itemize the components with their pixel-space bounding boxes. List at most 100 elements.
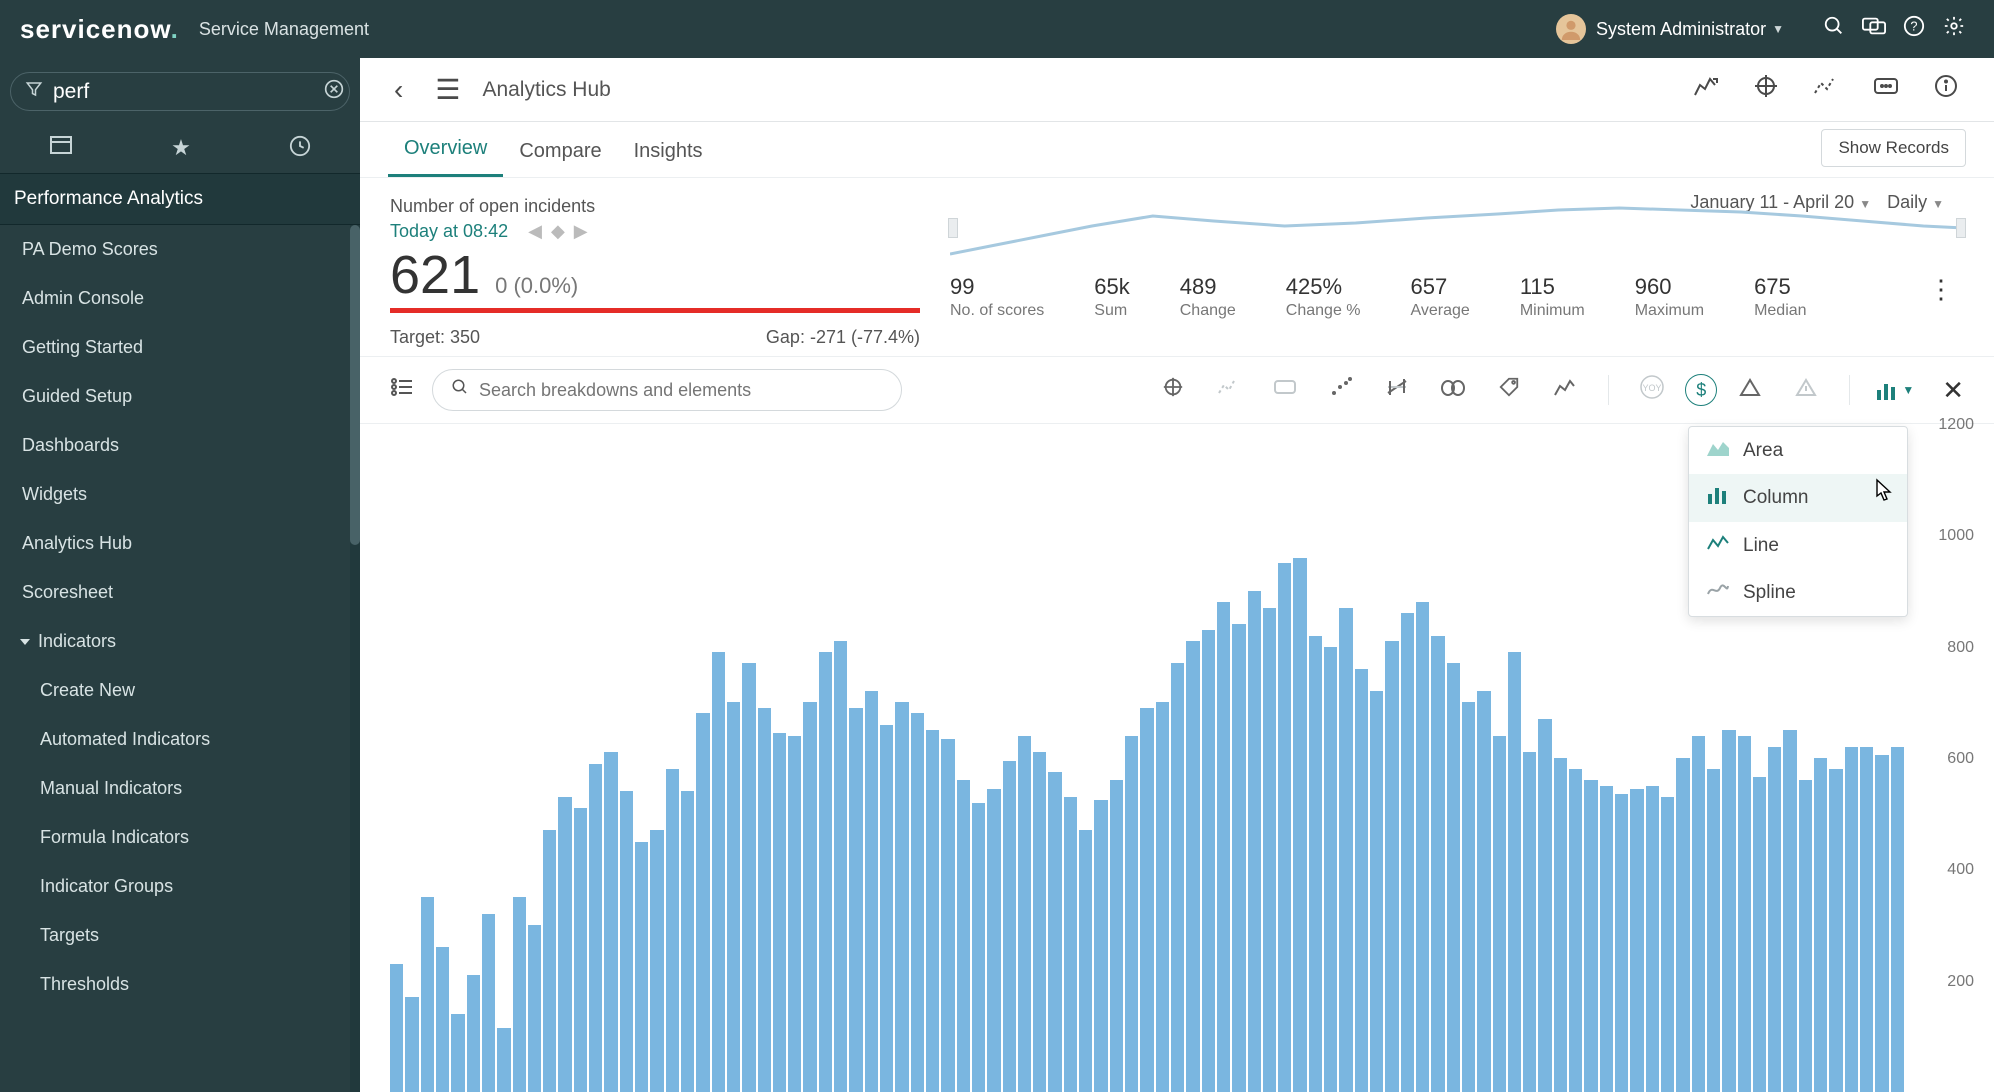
- chart-bar[interactable]: [941, 739, 954, 1092]
- chart-bar[interactable]: [987, 789, 1000, 1092]
- nav-item[interactable]: PA Demo Scores: [0, 225, 360, 274]
- nav-item[interactable]: Manual Indicators: [0, 764, 360, 813]
- chart-bar[interactable]: [849, 708, 862, 1092]
- chart-bar[interactable]: [1033, 752, 1046, 1092]
- chart-bar[interactable]: [880, 725, 893, 1092]
- chart-bar[interactable]: [1079, 830, 1092, 1092]
- chart-type-area[interactable]: Area: [1689, 427, 1907, 474]
- chart-bar[interactable]: [604, 752, 617, 1092]
- breakdown-search-input[interactable]: [479, 380, 883, 401]
- chart-bar[interactable]: [1186, 641, 1199, 1092]
- chart-bar[interactable]: [1829, 769, 1842, 1092]
- chart-bar[interactable]: [1600, 786, 1613, 1092]
- nav-item[interactable]: Create New: [0, 666, 360, 715]
- nav-item[interactable]: Dashboards: [0, 421, 360, 470]
- chart-bar[interactable]: [1584, 780, 1597, 1092]
- chart-bar[interactable]: [1860, 747, 1873, 1092]
- nav-item[interactable]: Indicator Groups: [0, 862, 360, 911]
- nav-item[interactable]: Targets: [0, 911, 360, 960]
- chart-bar[interactable]: [635, 842, 648, 1092]
- chart-bar[interactable]: [1309, 636, 1322, 1092]
- chart-bar[interactable]: [1692, 736, 1705, 1092]
- nav-tab-favorites-icon[interactable]: ★: [171, 135, 191, 163]
- hamburger-menu-icon[interactable]: ☰: [419, 73, 476, 106]
- tab-compare[interactable]: Compare: [503, 140, 617, 177]
- chart-bar[interactable]: [773, 733, 786, 1092]
- chart-bar[interactable]: [390, 964, 403, 1092]
- chart-bar[interactable]: [421, 897, 434, 1092]
- chart-bar[interactable]: [1845, 747, 1858, 1092]
- chart-bar[interactable]: [1094, 800, 1107, 1092]
- chart-bar[interactable]: [957, 780, 970, 1092]
- chart-bar[interactable]: [650, 830, 663, 1092]
- chart-bar[interactable]: [574, 808, 587, 1092]
- user-menu-chevron-icon[interactable]: ▼: [1772, 22, 1784, 36]
- chart-bar[interactable]: [528, 925, 541, 1092]
- nav-item[interactable]: Analytics Hub: [0, 519, 360, 568]
- chart-bar[interactable]: [1003, 761, 1016, 1092]
- nav-item-indicators[interactable]: Indicators: [0, 617, 360, 666]
- chart-bar[interactable]: [1171, 663, 1184, 1092]
- chart-bar[interactable]: [1493, 736, 1506, 1092]
- chart-bar[interactable]: [558, 797, 571, 1092]
- chart-bar[interactable]: [1538, 719, 1551, 1092]
- chart-bar[interactable]: [497, 1028, 510, 1092]
- chart-bar[interactable]: [666, 769, 679, 1092]
- chart-bar[interactable]: [1783, 730, 1796, 1092]
- chart-bar[interactable]: [467, 975, 480, 1092]
- chart-bar[interactable]: [1431, 636, 1444, 1092]
- chart-bar[interactable]: [1293, 558, 1306, 1092]
- tool-scatter-icon[interactable]: [1318, 377, 1364, 403]
- tool-confidence-icon[interactable]: [1430, 377, 1476, 403]
- chart-bar[interactable]: [1722, 730, 1735, 1092]
- avatar[interactable]: [1556, 14, 1586, 44]
- chart-bar[interactable]: [482, 914, 495, 1092]
- chart-bar[interactable]: [1156, 702, 1169, 1092]
- chart-bar[interactable]: [727, 702, 740, 1092]
- chart-bar[interactable]: [1768, 747, 1781, 1092]
- chart-bar[interactable]: [1248, 591, 1261, 1092]
- chart-type-line[interactable]: Line: [1689, 522, 1907, 569]
- chart-bar[interactable]: [865, 691, 878, 1092]
- chart-bar[interactable]: [1202, 630, 1215, 1092]
- tool-forecast-icon[interactable]: [1206, 377, 1252, 403]
- nav-tab-all-apps-icon[interactable]: [49, 135, 73, 163]
- chart-bar[interactable]: [1064, 797, 1077, 1092]
- chart-bar[interactable]: [589, 764, 602, 1092]
- tool-yoy-icon[interactable]: YOY: [1629, 374, 1675, 406]
- chart-bar[interactable]: [972, 803, 985, 1092]
- chart-bar[interactable]: [1569, 769, 1582, 1092]
- chart-bar[interactable]: [1355, 669, 1368, 1092]
- nav-scrollbar-thumb[interactable]: [350, 225, 360, 545]
- tool-tag-icon[interactable]: [1486, 376, 1532, 404]
- nav-item[interactable]: Thresholds: [0, 960, 360, 1009]
- chart-bar[interactable]: [681, 791, 694, 1092]
- chart-bar[interactable]: [451, 1014, 464, 1092]
- chart-bar[interactable]: [1477, 691, 1490, 1092]
- close-chart-icon[interactable]: ✕: [1942, 375, 1964, 406]
- chart-bar[interactable]: [788, 736, 801, 1092]
- nav-tab-history-icon[interactable]: [289, 135, 311, 163]
- overview-sparkline[interactable]: [950, 196, 1964, 266]
- chart-bar[interactable]: [1232, 624, 1245, 1092]
- chart-bar[interactable]: [1738, 736, 1751, 1092]
- chart-bar[interactable]: [834, 641, 847, 1092]
- chart-type-picker[interactable]: ▼: [1876, 380, 1914, 400]
- nav-item[interactable]: Getting Started: [0, 323, 360, 372]
- settings-gear-icon[interactable]: [1934, 15, 1974, 43]
- chart-bar[interactable]: [926, 730, 939, 1092]
- chart-bar[interactable]: [1447, 663, 1460, 1092]
- chart-bar[interactable]: [819, 652, 832, 1092]
- chart-bar[interactable]: [803, 702, 816, 1092]
- comments-icon[interactable]: [1856, 76, 1916, 104]
- tool-compare-icon[interactable]: [1374, 377, 1420, 403]
- chart-bar[interactable]: [758, 708, 771, 1092]
- global-search-icon[interactable]: [1814, 15, 1854, 43]
- chart-bar[interactable]: [1385, 641, 1398, 1092]
- tool-comments-icon[interactable]: [1262, 377, 1308, 403]
- forecast-icon[interactable]: [1796, 75, 1856, 104]
- target-icon[interactable]: [1736, 74, 1796, 105]
- nav-filter-input[interactable]: [53, 80, 324, 104]
- nav-item[interactable]: Automated Indicators: [0, 715, 360, 764]
- conversations-icon[interactable]: [1854, 15, 1894, 43]
